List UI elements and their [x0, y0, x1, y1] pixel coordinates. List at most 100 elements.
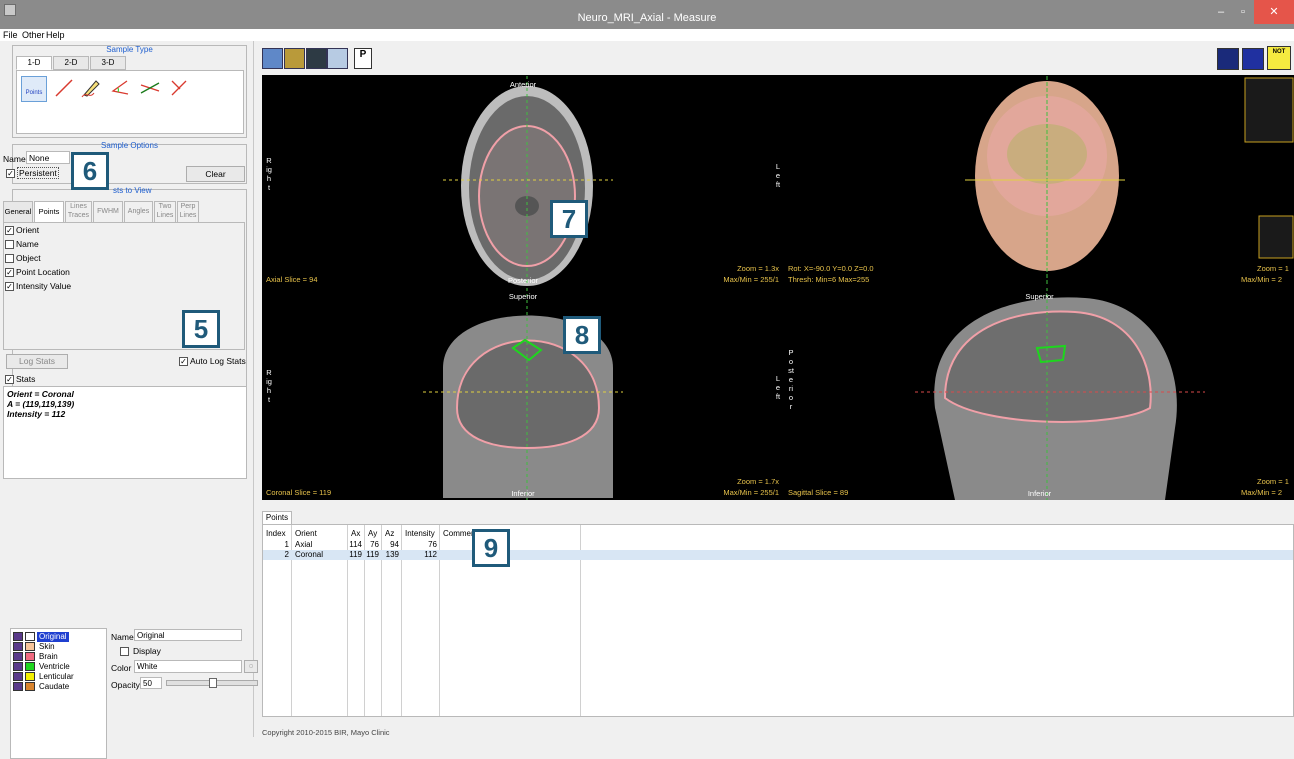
object-list-item[interactable]: Caudate — [13, 682, 105, 692]
persistent-checkbox[interactable]: ✓ — [6, 169, 15, 178]
opacity-slider[interactable] — [166, 678, 258, 688]
coronal-slice-readout: Coronal Slice = 119 — [266, 488, 332, 497]
tab-perp-lines[interactable]: Perp Lines — [177, 201, 199, 223]
object-visibility-icon[interactable] — [13, 662, 23, 671]
menu-bar: File Other Help — [0, 29, 1294, 41]
render-icon[interactable] — [306, 48, 327, 69]
table-cell: Axial — [295, 540, 313, 549]
display-icon[interactable] — [1242, 48, 1264, 70]
coronal-zoom-readout: Zoom = 1.7x — [737, 477, 779, 486]
object-list-item[interactable]: Skin — [13, 642, 105, 652]
angle-tool-icon[interactable] — [109, 77, 131, 99]
object-list-item[interactable]: Original — [13, 632, 105, 642]
object-map-icon[interactable] — [284, 48, 305, 69]
tab-two-lines[interactable]: Two Lines — [154, 201, 176, 223]
tab-general[interactable]: General — [3, 201, 33, 223]
layout-icon[interactable] — [1217, 48, 1239, 70]
axial-slice-readout: Axial Slice = 94 — [266, 275, 318, 284]
menu-other[interactable]: Other — [22, 30, 45, 40]
table-header-cell[interactable]: Index — [266, 529, 286, 538]
object-name: Original — [37, 632, 69, 642]
object-name-input[interactable]: Original — [134, 629, 242, 641]
render-maxmin-readout: Max/Min = 2 — [1241, 275, 1283, 284]
object-list-item[interactable]: Ventricle — [13, 662, 105, 672]
colour-data-icon[interactable] — [262, 48, 283, 69]
object-color-swatch — [25, 682, 35, 691]
stats-line-location: A = (119,119,139) — [7, 399, 75, 409]
object-list: Original Skin Brain Ventricle Lenticular Caud… — [10, 628, 107, 759]
object-visibility-icon[interactable] — [13, 632, 23, 641]
close-button[interactable]: ✕ — [1254, 0, 1294, 24]
palette-button[interactable]: ◌ — [244, 660, 258, 673]
orient-checkbox[interactable]: ✓ — [5, 226, 14, 235]
auto-log-stats-checkbox[interactable]: ✓ — [179, 357, 188, 366]
restore-button[interactable]: ▫ — [1232, 0, 1254, 24]
tab-points-table[interactable]: Points — [262, 511, 292, 524]
log-stats-button[interactable]: Log Stats — [6, 354, 68, 369]
stats-checkbox[interactable]: ✓ — [5, 375, 14, 384]
left-panel: Sample Type 1-D 2-D 3-D Points Sample Op… — [0, 41, 258, 759]
head-view-icon[interactable] — [327, 48, 348, 69]
table-cell: 94 — [390, 540, 399, 549]
table-cell: 114 — [349, 540, 362, 549]
tab-points[interactable]: Points — [34, 201, 64, 223]
object-list-item[interactable]: Lenticular — [13, 672, 105, 682]
sample-name-input[interactable]: None — [26, 151, 70, 164]
table-header-cell[interactable]: Az — [385, 529, 394, 538]
axial-view[interactable]: Anterior Posterior Right Left Axial Slic… — [263, 76, 783, 286]
intensity-value-checkbox[interactable]: ✓ — [5, 282, 14, 291]
minimize-button[interactable]: – — [1210, 0, 1232, 24]
sagittal-view[interactable]: Superior Inferior Posterior Sagittal Sli… — [785, 288, 1294, 500]
auto-log-stats-label: Auto Log Stats — [190, 356, 246, 366]
render-view[interactable]: Rot: X=-90.0 Y=0.0 Z=0.0 Thresh: Min=6 M… — [785, 76, 1294, 286]
object-visibility-icon[interactable] — [13, 652, 23, 661]
object-visibility-icon[interactable] — [13, 682, 23, 691]
points-tool-icon[interactable]: Points — [21, 76, 47, 102]
clear-button[interactable]: Clear — [186, 166, 245, 182]
orient-label: Orient — [16, 225, 40, 235]
table-row[interactable]: 2 Coronal 119 119 139 112 — [263, 550, 1293, 560]
display-checkbox[interactable] — [120, 647, 129, 656]
object-list-item[interactable]: Brain — [13, 652, 105, 662]
sagittal-slice-readout: Sagittal Slice = 89 — [788, 488, 849, 497]
toolbar: P NOT — [255, 41, 1294, 75]
palette-icon: ◌ — [248, 663, 254, 670]
sample-options-title: Sample Options — [101, 141, 158, 150]
object-color-swatch — [25, 642, 35, 651]
title-bar: Neuro_MRI_Axial - Measure – ▫ ✕ — [0, 0, 1294, 29]
point-location-checkbox[interactable]: ✓ — [5, 268, 14, 277]
tab-2d[interactable]: 2-D — [53, 56, 89, 70]
table-header-cell[interactable]: Ax — [351, 529, 360, 538]
opacity-slider-thumb[interactable] — [209, 678, 217, 688]
object-visibility-icon[interactable] — [13, 642, 23, 651]
table-header-cell[interactable]: Intensity — [405, 529, 435, 538]
line-tool-icon[interactable] — [53, 77, 75, 99]
tab-fwhm[interactable]: FWHM — [93, 201, 123, 223]
persistent-label: Persistent — [17, 167, 59, 179]
table-header-cell[interactable]: Ay — [368, 529, 377, 538]
perp-lines-tool-icon[interactable] — [168, 77, 190, 99]
object-checkbox[interactable] — [5, 254, 14, 263]
object-visibility-icon[interactable] — [13, 672, 23, 681]
object-name: Caudate — [39, 682, 70, 691]
object-name-label: Name — [111, 632, 134, 642]
table-header-cell[interactable]: Orient — [295, 529, 317, 538]
axial-image — [443, 76, 613, 286]
name-checkbox[interactable] — [5, 240, 14, 249]
tab-1d[interactable]: 1-D — [16, 56, 52, 70]
table-row[interactable]: 1 Axial 114 76 94 76 — [263, 540, 1293, 550]
color-input[interactable]: White — [134, 660, 242, 673]
tab-angles[interactable]: Angles — [124, 201, 153, 223]
two-lines-tool-icon[interactable] — [139, 77, 161, 99]
point-label-icon[interactable]: P — [354, 48, 372, 69]
axial-maxmin-readout: Max/Min = 255/1 — [723, 275, 779, 284]
render-threshold-readout: Thresh: Min=6 Max=255 — [788, 275, 870, 284]
opacity-input[interactable]: 50 — [140, 677, 162, 689]
notes-icon[interactable]: NOT — [1267, 46, 1291, 70]
coronal-view[interactable]: Superior Inferior Right Left Coronal Sli… — [263, 288, 783, 500]
tab-3d[interactable]: 3-D — [90, 56, 126, 70]
tab-lines-traces[interactable]: Lines Traces — [65, 201, 92, 223]
menu-file[interactable]: File — [3, 30, 18, 40]
menu-help[interactable]: Help — [46, 30, 65, 40]
trace-tool-icon[interactable] — [80, 77, 102, 99]
